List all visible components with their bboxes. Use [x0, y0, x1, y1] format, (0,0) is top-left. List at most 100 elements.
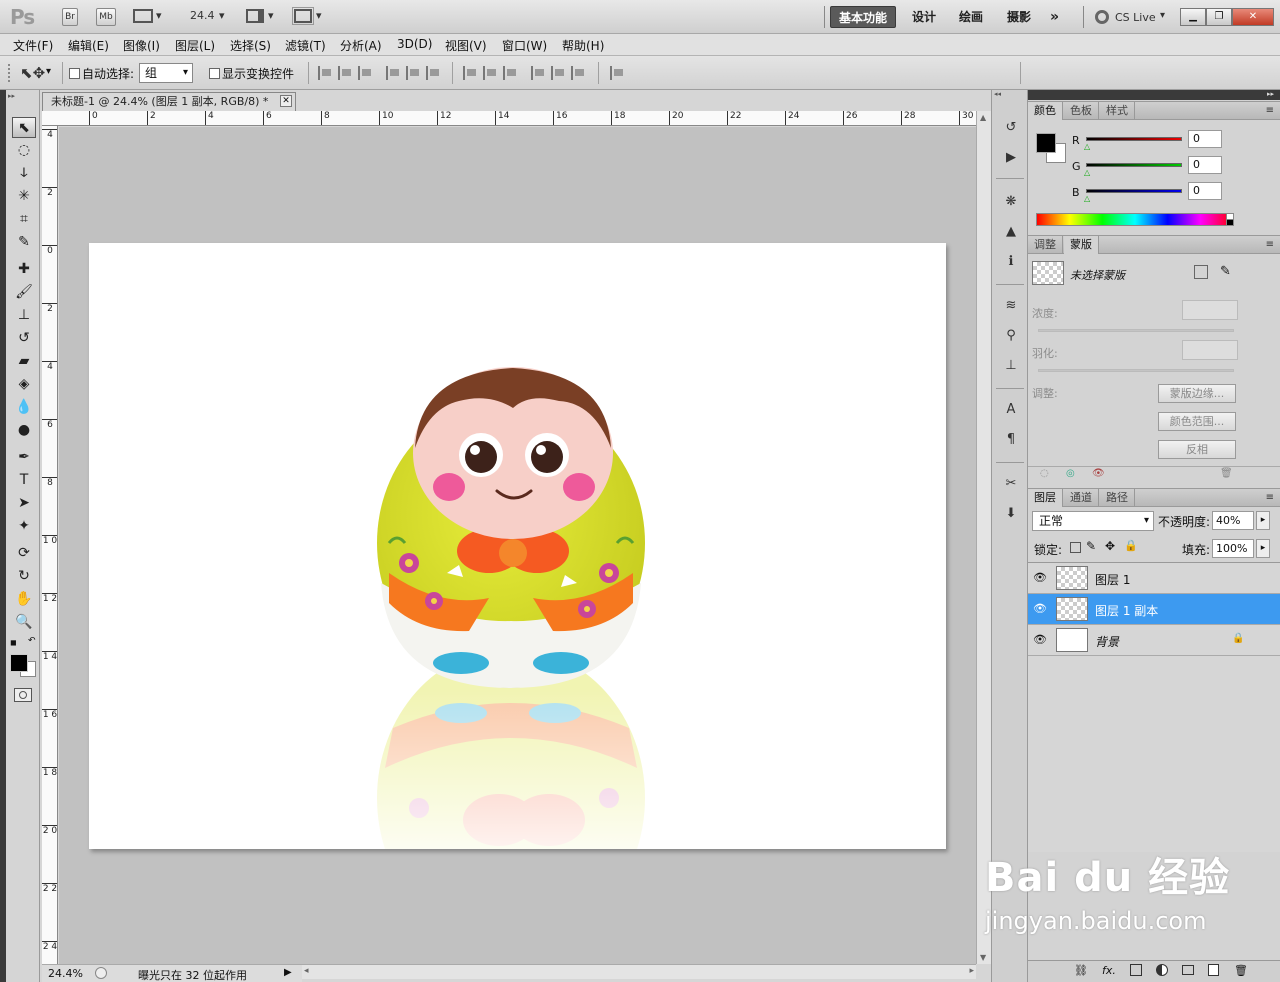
distribute-horizontal-center-icon[interactable]: [551, 66, 565, 80]
panel-menu-icon[interactable]: ≡: [1266, 105, 1274, 116]
black-white-ramp[interactable]: [1226, 213, 1234, 226]
visibility-eye-icon[interactable]: 👁: [1032, 571, 1048, 585]
3d-panel-icon[interactable]: ❋: [1001, 192, 1021, 212]
view-extras-icon[interactable]: [133, 9, 153, 23]
crop-tool-icon[interactable]: ⌗: [12, 209, 36, 230]
tab-layers[interactable]: 图层: [1028, 489, 1063, 507]
workspace-essentials[interactable]: 基本功能: [830, 6, 897, 28]
scroll-up-icon[interactable]: ▲: [980, 113, 986, 122]
pen-tool-icon[interactable]: ✒: [12, 447, 36, 468]
zoom-level-field[interactable]: 24.4: [190, 9, 215, 22]
styles-panel-icon[interactable]: ⬇: [1001, 504, 1021, 524]
history-brush-tool-icon[interactable]: ↺: [12, 328, 36, 349]
load-selection-icon[interactable]: ◌: [1040, 468, 1049, 479]
align-horizontal-center-icon[interactable]: [406, 66, 420, 80]
close-window-button[interactable]: ✕: [1232, 8, 1274, 26]
green-slider-handle[interactable]: △: [1084, 168, 1090, 177]
scroll-down-icon[interactable]: ▼: [980, 953, 986, 962]
zoom-tool-icon[interactable]: 🔍: [12, 612, 36, 633]
align-right-icon[interactable]: [426, 66, 440, 80]
clone-stamp-tool-icon[interactable]: ⊥: [12, 305, 36, 326]
tool-presets-panel-icon[interactable]: ⊥: [1001, 356, 1021, 376]
apply-mask-icon[interactable]: ◎: [1066, 468, 1075, 479]
status-menu-arrow-icon[interactable]: ▶: [284, 967, 292, 978]
status-info-icon[interactable]: [95, 967, 107, 979]
blue-value-field[interactable]: 0: [1188, 182, 1222, 200]
screen-mode-dropdown-icon[interactable]: ▾: [316, 9, 322, 22]
workspace-photography[interactable]: 摄影: [999, 6, 1039, 28]
vertical-scrollbar[interactable]: ▲ ▼: [976, 111, 991, 964]
red-slider-handle[interactable]: △: [1084, 142, 1090, 151]
menu-view[interactable]: 视图(V): [445, 37, 487, 54]
histogram-panel-icon[interactable]: ▲: [1001, 222, 1021, 242]
invert-button[interactable]: 反相: [1158, 440, 1236, 459]
lock-position-icon[interactable]: ✥: [1105, 539, 1115, 553]
layer-row[interactable]: 👁 图层 1: [1028, 563, 1280, 594]
disable-mask-icon[interactable]: 👁: [1092, 468, 1105, 479]
close-document-icon[interactable]: ✕: [280, 95, 292, 107]
lock-image-pixels-icon[interactable]: ✎: [1086, 539, 1096, 553]
add-mask-icon[interactable]: [1130, 964, 1142, 976]
blend-mode-dropdown[interactable]: 正常 ▾: [1032, 511, 1154, 531]
menu-select[interactable]: 选择(S): [230, 37, 271, 54]
marquee-tool-icon[interactable]: ◌: [12, 140, 36, 161]
move-tool-preset-icon[interactable]: ⬉✥: [20, 64, 45, 82]
align-top-icon[interactable]: [318, 66, 332, 80]
menu-edit[interactable]: 编辑(E): [68, 37, 109, 54]
lock-all-icon[interactable]: 🔒: [1124, 539, 1138, 552]
hand-tool-icon[interactable]: ✋: [12, 589, 36, 610]
cs-live-dropdown-icon[interactable]: ▾: [1160, 10, 1165, 21]
opacity-field[interactable]: 40%: [1212, 511, 1254, 530]
document-tab[interactable]: 未标题-1 @ 24.4% (图层 1 副本, RGB/8) *: [42, 92, 296, 111]
menu-image[interactable]: 图像(I): [123, 37, 160, 54]
mask-edge-button[interactable]: 蒙版边缘...: [1158, 384, 1236, 403]
new-adjustment-layer-icon[interactable]: [1156, 964, 1168, 976]
3d-rotate-tool-icon[interactable]: ⟳: [12, 543, 36, 564]
opacity-slider-arrow-icon[interactable]: ▸: [1256, 511, 1270, 530]
info-panel-icon[interactable]: ℹ: [1001, 252, 1021, 272]
dock-collapse-icon[interactable]: ◂◂: [994, 90, 1001, 98]
screen-mode-icon[interactable]: [292, 7, 314, 25]
vertical-ruler[interactable]: 4 2 0 2 4 6 8 1 0 1 2 1 4 1 6 1 8 2 0 2 2 2 4: [42, 126, 58, 964]
tab-styles[interactable]: 样式: [1100, 102, 1135, 120]
color-spectrum-ramp[interactable]: [1036, 213, 1234, 226]
actions-panel-icon[interactable]: ▶: [1001, 148, 1021, 168]
visibility-eye-icon[interactable]: 👁: [1032, 602, 1048, 616]
delete-mask-icon[interactable]: 🗑: [1220, 468, 1233, 479]
panel-menu-icon[interactable]: ≡: [1266, 239, 1274, 250]
visibility-eye-icon[interactable]: 👁: [1032, 633, 1048, 647]
default-colors-icon[interactable]: ◼: [10, 638, 17, 647]
pixel-mask-icon[interactable]: [1194, 265, 1208, 279]
image-canvas[interactable]: [89, 243, 946, 849]
paragraph-panel-icon[interactable]: ¶: [1001, 430, 1021, 450]
menu-3d[interactable]: 3D(D): [397, 37, 432, 51]
lasso-tool-icon[interactable]: ↆ: [12, 163, 36, 184]
status-zoom-field[interactable]: 24.4%: [48, 967, 83, 980]
vector-mask-icon[interactable]: ✎: [1220, 264, 1231, 279]
tab-paths[interactable]: 路径: [1100, 489, 1135, 507]
quick-mask-icon[interactable]: [14, 688, 32, 702]
distribute-right-icon[interactable]: [571, 66, 585, 80]
color-range-button[interactable]: 颜色范围...: [1158, 412, 1236, 431]
menu-layer[interactable]: 图层(L): [175, 37, 215, 54]
auto-align-layers-icon[interactable]: [610, 66, 624, 80]
path-selection-tool-icon[interactable]: ➤: [12, 493, 36, 514]
new-group-icon[interactable]: [1182, 965, 1194, 975]
more-workspaces-icon[interactable]: »: [1042, 6, 1067, 28]
layer-row-selected[interactable]: 👁 图层 1 副本: [1028, 594, 1280, 625]
blur-tool-icon[interactable]: 💧: [12, 397, 36, 418]
red-value-field[interactable]: 0: [1188, 130, 1222, 148]
tab-channels[interactable]: 通道: [1064, 489, 1099, 507]
eraser-tool-icon[interactable]: ▰: [12, 351, 36, 372]
green-slider[interactable]: [1086, 163, 1182, 167]
link-layers-icon[interactable]: ⛓: [1074, 964, 1088, 977]
red-slider[interactable]: [1086, 137, 1182, 141]
auto-select-checkbox[interactable]: [69, 68, 80, 79]
distribute-bottom-icon[interactable]: [503, 66, 517, 80]
align-vertical-center-icon[interactable]: [338, 66, 352, 80]
arrange-documents-icon[interactable]: [246, 9, 264, 23]
fill-slider-arrow-icon[interactable]: ▸: [1256, 539, 1270, 558]
auto-select-dropdown[interactable]: 组 ▾: [139, 63, 193, 83]
eyedropper-tool-icon[interactable]: ✎: [12, 232, 36, 253]
document-workspace[interactable]: [59, 127, 976, 964]
